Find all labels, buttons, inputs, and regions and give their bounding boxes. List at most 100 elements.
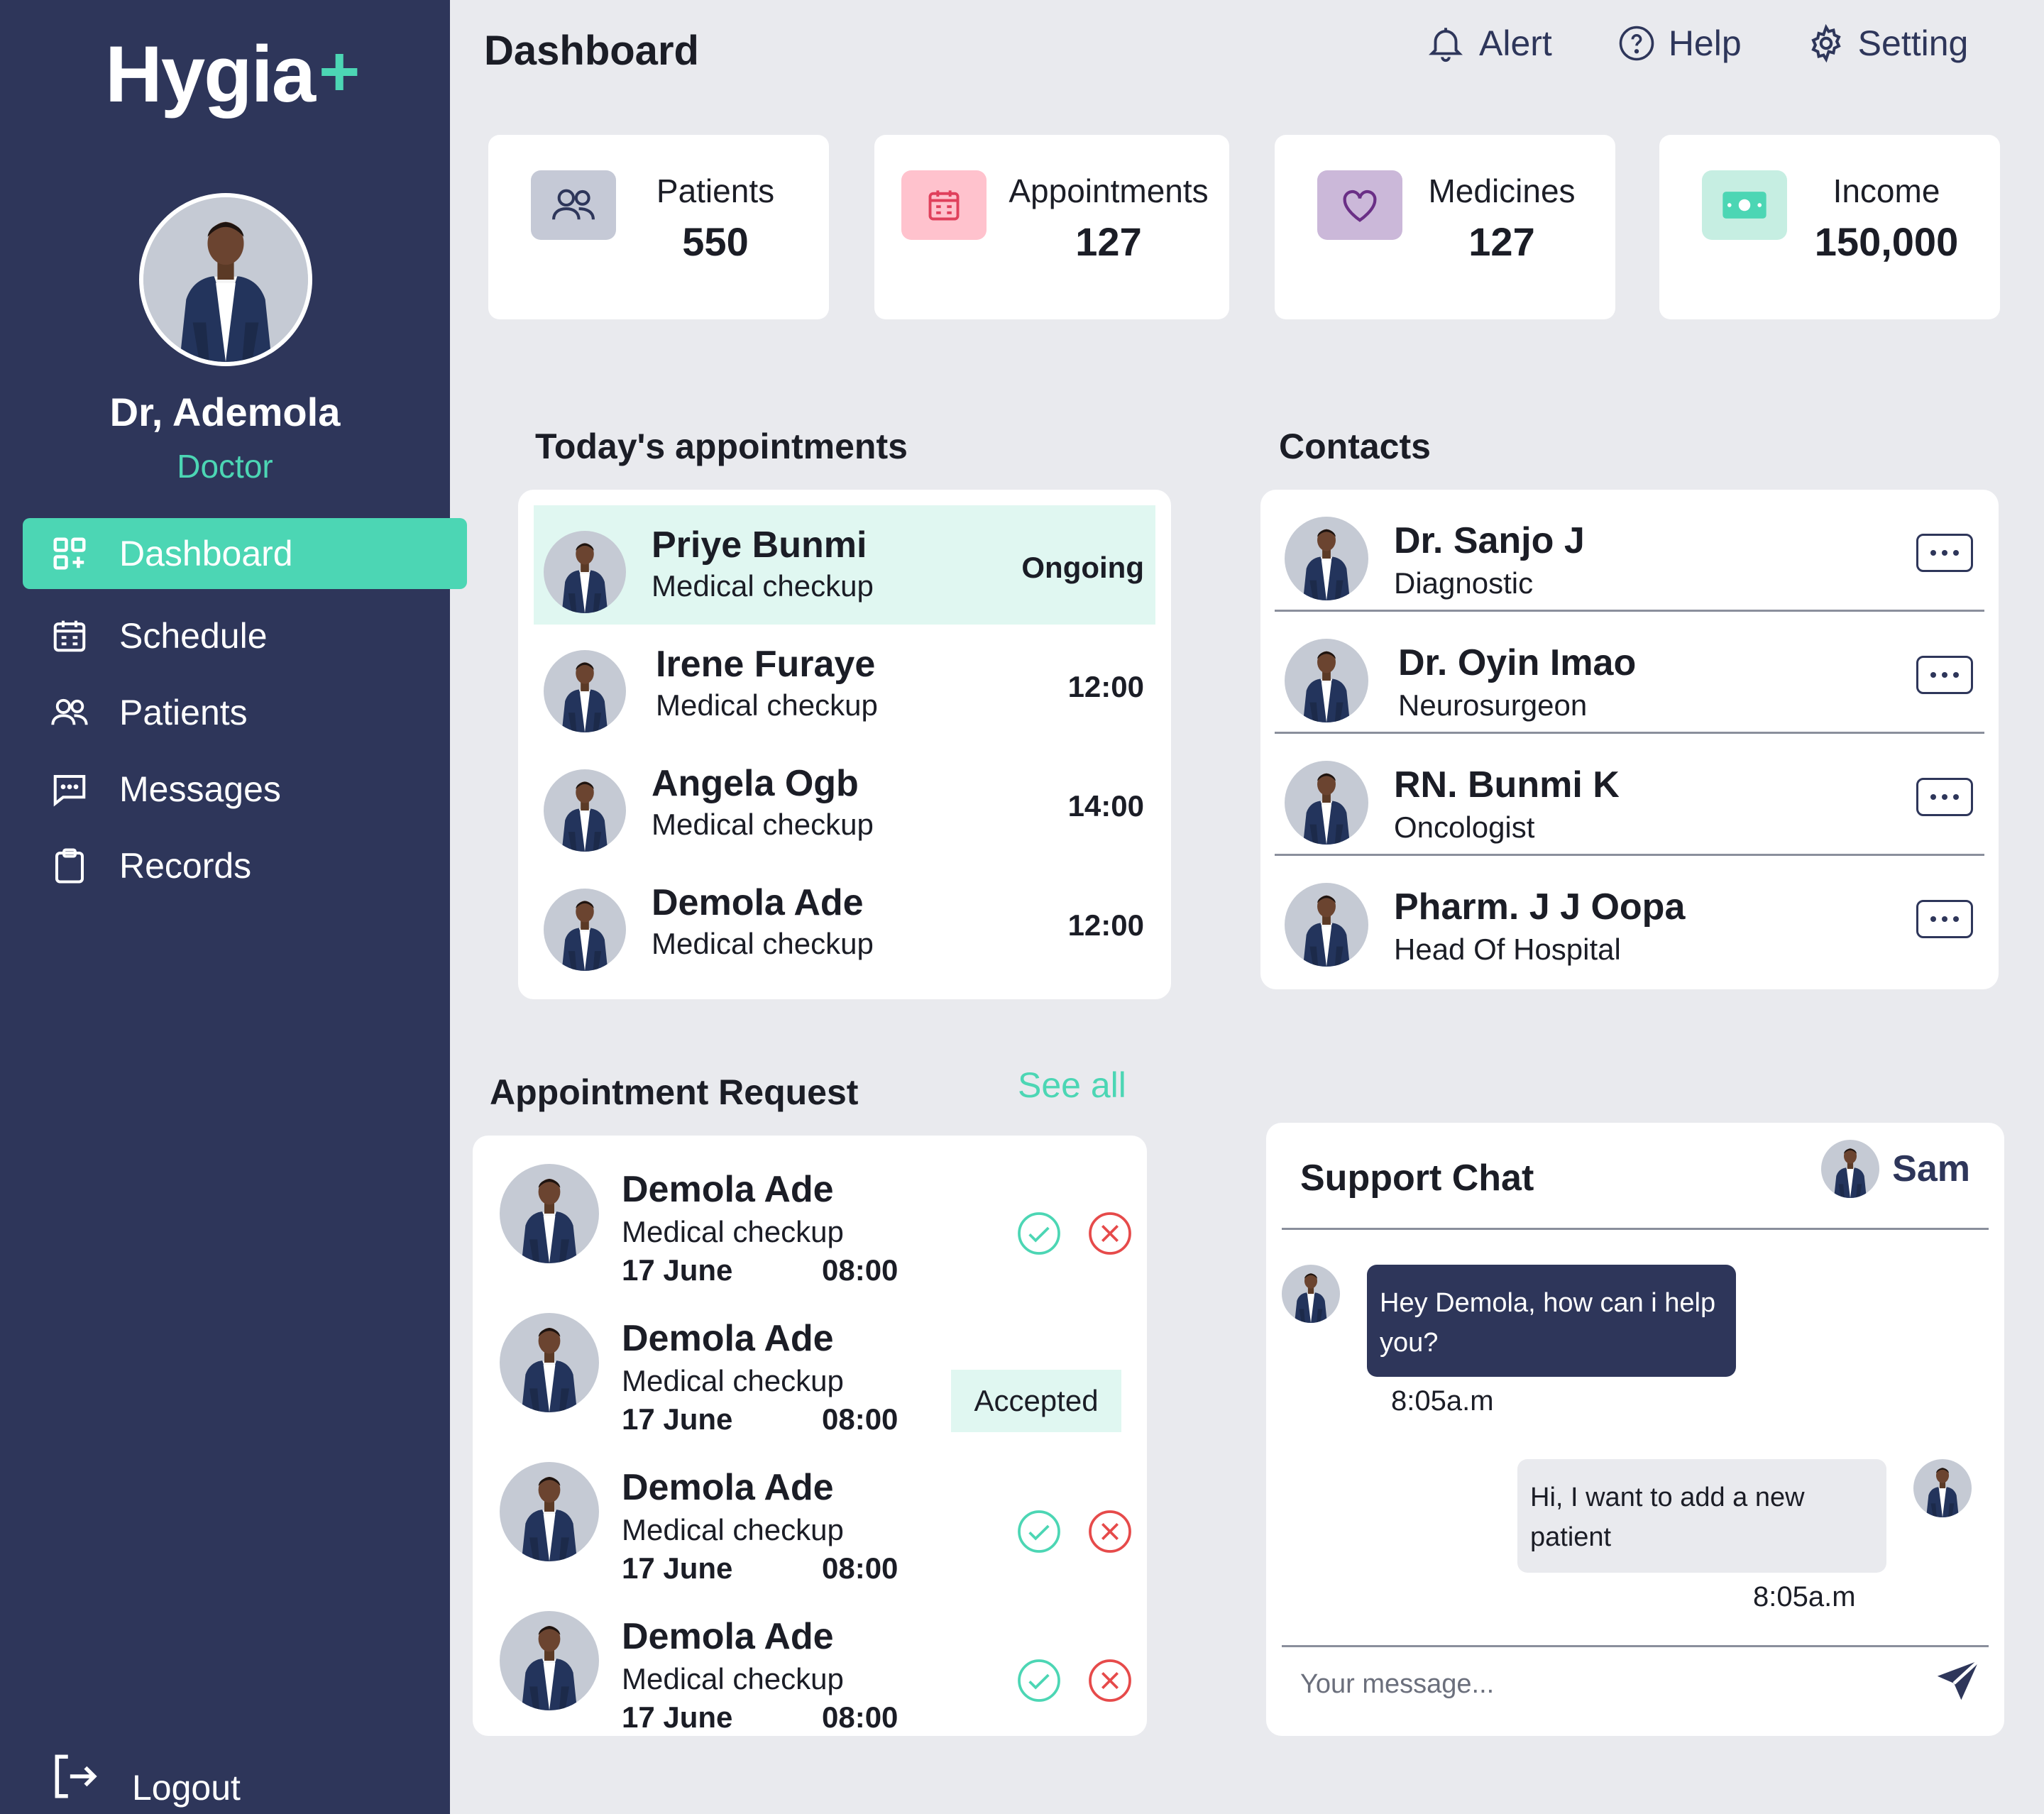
appointment-type: Medical checkup [622,1662,844,1695]
appointment-row[interactable]: Demola Ade Medical checkup 12:00 [534,863,1155,982]
today-appointments-title: Today's appointments [535,427,908,466]
help-label: Help [1668,23,1742,63]
reject-x-icon[interactable] [1087,1509,1133,1554]
stat-card-income[interactable]: Income 150,000 [1659,135,2000,319]
sidebar-item-patients[interactable]: Patients [23,677,467,748]
patient-name: Demola Ade [622,1318,834,1359]
profile-avatar[interactable] [139,193,312,366]
sidebar: Hygia+ Dr, Ademola Doctor Dashboard Sche… [0,0,467,1814]
help-button[interactable]: Help [1617,23,1742,64]
avatar [1285,761,1368,845]
stat-value: 127 [1075,219,1142,264]
appointment-status: Ongoing [1021,551,1144,584]
today-appointments-card: Priye Bunmi Medical checkup Ongoing Iren… [518,490,1171,999]
sidebar-item-dashboard[interactable]: Dashboard [23,518,467,589]
users-icon [50,693,89,732]
stat-card-patients[interactable]: Patients 550 [488,135,829,319]
app-logo[interactable]: Hygia+ [105,28,360,120]
accepted-badge: Accepted [951,1370,1121,1432]
contact-role: Oncologist [1394,810,1535,844]
more-options-icon[interactable] [1916,900,1973,938]
contact-role: Head Of Hospital [1394,933,1621,966]
patient-name: Irene Furaye [656,644,876,685]
request-row: Demola Ade Medical checkup 17 June 08:00 [500,1434,1131,1585]
contacts-title: Contacts [1279,427,1431,466]
sidebar-item-label: Records [119,846,252,886]
appointment-row[interactable]: Irene Furaye Medical checkup 12:00 [534,625,1155,744]
avatar [1285,883,1368,967]
appointment-time: 12:00 [1067,670,1144,703]
contact-role: Neurosurgeon [1398,688,1588,722]
sidebar-item-messages[interactable]: Messages [23,754,467,825]
patient-name: Demola Ade [622,1169,834,1210]
divider [1282,1228,1989,1230]
alert-button[interactable]: Alert [1425,21,1552,65]
patient-name: Demola Ade [622,1616,834,1657]
contact-role: Diagnostic [1394,566,1534,600]
reject-x-icon[interactable] [1087,1211,1133,1256]
clipboard-icon [50,846,89,886]
appointment-row[interactable]: Angela Ogb Medical checkup 14:00 [534,744,1155,863]
appointment-type: Medical checkup [652,569,874,603]
page-title: Dashboard [484,28,699,74]
patient-name: Demola Ade [652,882,864,923]
request-time: 08:00 [822,1700,899,1734]
sidebar-nav: Dashboard Schedule Patients Messages Rec… [23,518,467,907]
more-options-icon[interactable] [1916,778,1973,816]
more-options-icon[interactable] [1916,534,1973,572]
stat-label: Appointments [1009,172,1209,209]
appointment-row[interactable]: Priye Bunmi Medical checkup Ongoing [534,505,1155,625]
stat-value: 127 [1468,219,1535,264]
setting-button[interactable]: Setting [1807,23,1969,64]
appointment-type: Medical checkup [652,808,874,841]
avatar [500,1313,599,1412]
appointment-request-title: Appointment Request [490,1072,859,1112]
more-options-icon[interactable] [1916,656,1973,694]
top-nav: Alert Help Setting [1425,21,1968,65]
request-time: 08:00 [822,1402,899,1436]
see-all-link[interactable]: See all [1018,1065,1126,1106]
contact-row[interactable]: Dr. Sanjo J Diagnostic [1275,490,1984,612]
accept-check-icon[interactable] [1016,1658,1062,1703]
appointment-time: 14:00 [1067,789,1144,823]
stat-value: 150,000 [1814,219,1959,264]
avatar [1821,1140,1879,1198]
avatar [1913,1459,1972,1517]
sidebar-item-schedule[interactable]: Schedule [23,600,467,671]
logo-text: Hygia [105,30,316,119]
stat-card-medicines[interactable]: Medicines 127 [1275,135,1615,319]
chat-message-input[interactable] [1300,1669,1854,1700]
request-time: 08:00 [822,1551,899,1585]
contact-row[interactable]: RN. Bunmi K Oncologist [1275,734,1984,856]
gear-icon [1811,24,1841,62]
accept-check-icon[interactable] [1016,1211,1062,1256]
send-icon[interactable] [1933,1656,1983,1706]
stat-card-appointments[interactable]: Appointments 127 [874,135,1229,319]
contact-row[interactable]: Dr. Oyin Imao Neurosurgeon [1275,612,1984,734]
stat-label: Income [1833,172,1940,209]
appointment-type: Medical checkup [622,1215,844,1248]
chat-user[interactable]: Sam [1821,1140,1970,1198]
sidebar-item-label: Schedule [119,616,268,656]
request-time: 08:00 [822,1253,899,1287]
stat-label: Medicines [1428,172,1576,209]
chat-user-name: Sam [1892,1148,1970,1189]
message-time: 8:05a.m [1391,1385,1494,1417]
sidebar-item-records[interactable]: Records [23,830,467,901]
stat-value: 550 [682,219,749,264]
contact-name: Dr. Sanjo J [1394,520,1585,561]
setting-label: Setting [1857,23,1969,63]
logout-label: Logout [132,1768,241,1808]
accept-check-icon[interactable] [1016,1509,1062,1554]
contact-row[interactable]: Pharm. J J Oopa Head Of Hospital [1275,856,1984,978]
logout-button[interactable]: Logout [48,1750,241,1808]
avatar [1285,517,1368,600]
sidebar-item-label: Messages [119,769,281,809]
avatar [500,1462,599,1561]
contacts-card: Dr. Sanjo J Diagnostic Dr. Oyin Imao Neu… [1260,490,1999,989]
calendar-icon [901,170,987,240]
appointment-time: 12:00 [1067,908,1144,942]
help-icon [1619,26,1654,61]
logo-plus-icon: + [319,32,360,111]
reject-x-icon[interactable] [1087,1658,1133,1703]
